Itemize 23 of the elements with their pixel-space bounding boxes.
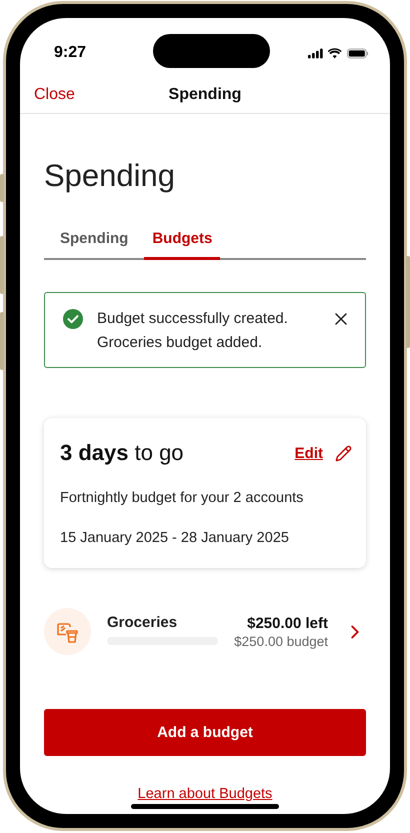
edit-link[interactable]: Edit xyxy=(294,444,352,462)
page-heading: Spending xyxy=(44,158,176,194)
budget-description: Fortnightly budget for your 2 accounts xyxy=(60,490,304,506)
status-time: 9:27 xyxy=(54,44,88,62)
alert-message: Budget successfully created. Groceries budget added. xyxy=(97,309,289,353)
signal-icon xyxy=(308,48,324,58)
pencil-icon xyxy=(335,444,352,462)
close-link[interactable]: Close xyxy=(34,86,75,104)
countdown-text: 3 days to go xyxy=(60,440,184,466)
date-range: 15 January 2025 - 28 January 2025 xyxy=(60,530,290,546)
tab[interactable]: Spending xyxy=(52,230,136,260)
battery-icon xyxy=(346,48,368,58)
budget-row[interactable]: Groceries $250.00 left $250.00 budget xyxy=(44,608,366,655)
amount-left: $250.00 left xyxy=(247,614,328,632)
groceries-icon xyxy=(44,608,91,655)
tab[interactable]: Budgets xyxy=(144,230,220,260)
budget-name: Groceries xyxy=(107,614,178,631)
budget-amount: $250.00 budget xyxy=(234,634,328,648)
nav-title: Spending xyxy=(168,86,242,104)
wifi-icon xyxy=(328,48,342,58)
learn-link[interactable]: Learn about Budgets xyxy=(138,786,272,802)
check-circle-icon xyxy=(63,309,83,329)
add-budget-button[interactable]: Add a budget xyxy=(44,709,366,756)
